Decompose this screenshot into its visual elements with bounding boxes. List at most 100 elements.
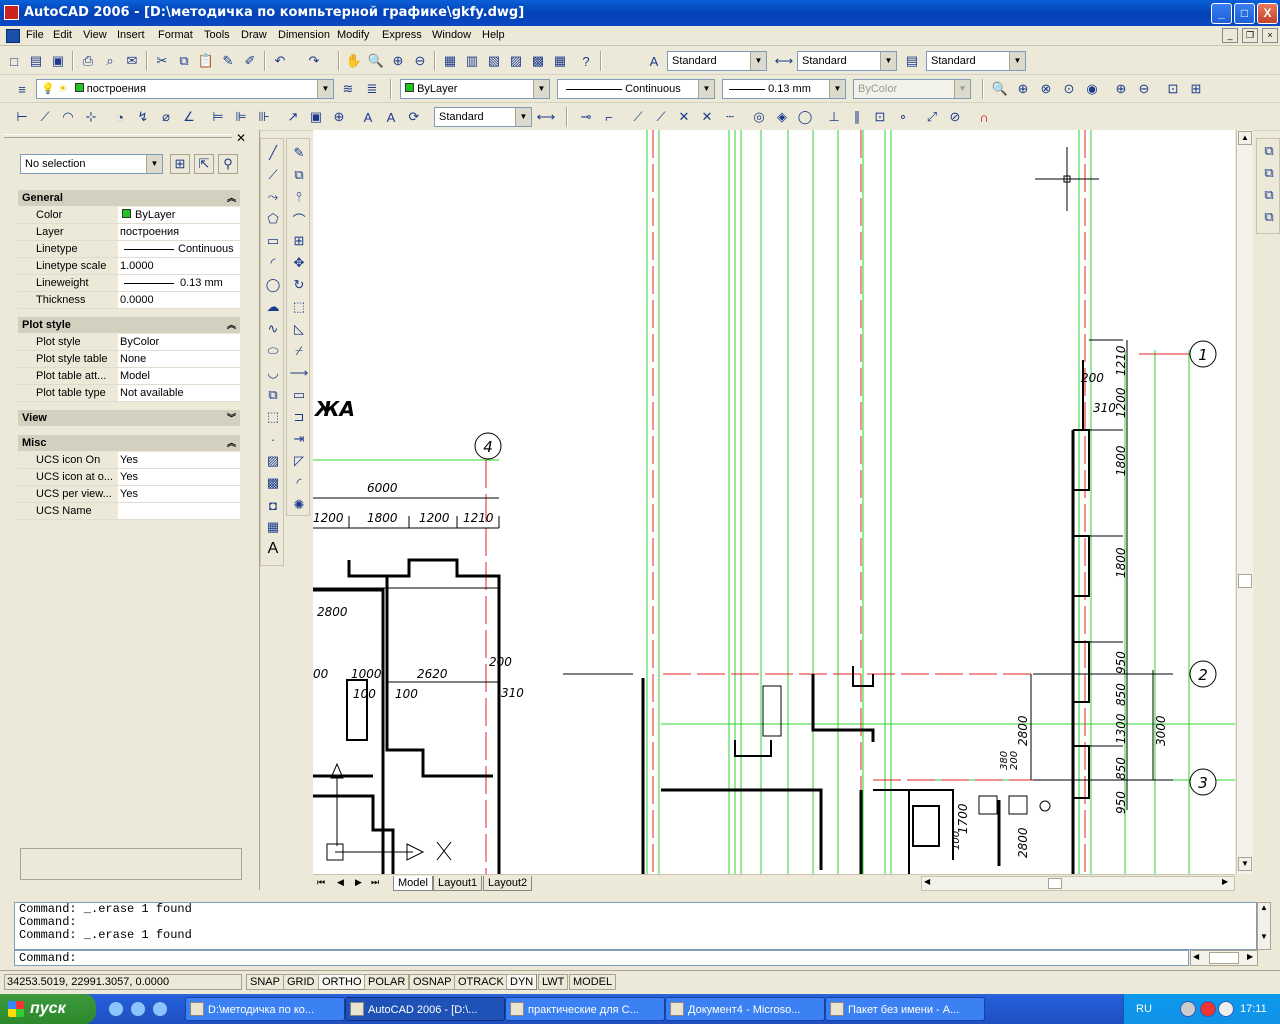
multiline-text-icon[interactable]: A (263, 539, 283, 559)
zoom-window-icon[interactable]: ⊕ (1013, 79, 1033, 99)
stretch-icon[interactable]: ◺ (289, 319, 309, 339)
menu-dimension[interactable]: Dimension (278, 29, 330, 41)
snap-parallel-icon[interactable]: ∥ (847, 107, 867, 127)
prop-value[interactable]: None (118, 351, 240, 367)
menu-view[interactable]: View (83, 29, 107, 41)
snap-center-icon[interactable]: ◎ (749, 107, 769, 127)
prop-row-color[interactable]: Color ByLayer (18, 207, 240, 224)
section-misc-header[interactable]: Misc ︽ (18, 435, 240, 451)
zoom-window-icon[interactable]: ⊕ (388, 51, 408, 71)
zoom-dynamic-icon[interactable]: ⊗ (1036, 79, 1056, 99)
prop-row-ucs-name[interactable]: UCS Name (18, 503, 240, 520)
offset-icon[interactable]: ⌒ (289, 209, 309, 229)
tab-next-icon[interactable]: ▶ (355, 877, 362, 888)
erase-icon[interactable]: ✎ (289, 143, 309, 163)
baseline-dim-icon[interactable]: ⊫ (231, 107, 251, 127)
scroll-down-icon[interactable]: ▼ (1238, 857, 1252, 871)
zoom-scale-icon[interactable]: ⊙ (1059, 79, 1079, 99)
chevron-down-icon[interactable]: ▼ (829, 80, 845, 98)
block-editor-icon[interactable]: ✐ (240, 51, 260, 71)
task-word-2[interactable]: Документ4 - Microso... (665, 997, 825, 1021)
prop-row-plot-style[interactable]: Plot style ByColor (18, 334, 240, 351)
redo-icon[interactable]: ↷ (304, 51, 324, 71)
ie-icon[interactable] (108, 1001, 124, 1017)
lineweight-combo[interactable]: 0.13 mm ▼ (722, 79, 846, 99)
scroll-up-icon[interactable]: ▲ (1238, 131, 1252, 145)
command-input[interactable]: Command: (14, 950, 1189, 966)
diameter-dim-icon[interactable]: ⌀ (156, 107, 176, 127)
start-button[interactable]: пуск (0, 994, 96, 1024)
dim-style-combo-2[interactable]: Standard ▼ (434, 107, 532, 127)
prop-row-plot-table-type[interactable]: Plot table type Not available (18, 385, 240, 402)
scroll-thumb[interactable] (1209, 952, 1239, 964)
array-icon[interactable]: ⊞ (289, 231, 309, 251)
text-style-combo[interactable]: Standard ▼ (667, 51, 767, 71)
palette-grip[interactable] (4, 134, 232, 138)
prop-value[interactable]: построения (118, 224, 240, 240)
chevron-down-icon[interactable]: ▼ (1009, 52, 1025, 70)
center-mark-icon[interactable]: ⊕ (329, 107, 349, 127)
snap-perpendicular-icon[interactable]: ⊥ (824, 107, 844, 127)
chamfer-icon[interactable]: ◸ (289, 451, 309, 471)
scroll-up-icon[interactable]: ▲ (1258, 903, 1270, 912)
circle-icon[interactable]: ◯ (263, 275, 283, 295)
quick-dim-icon[interactable]: ⊨ (208, 107, 228, 127)
tray-icon[interactable] (1218, 1001, 1234, 1017)
radius-dim-icon[interactable]: ◔ (110, 107, 130, 127)
leader-icon[interactable]: ↗ (283, 107, 303, 127)
osnap-settings-icon[interactable]: ∩ (974, 107, 994, 127)
prop-row-plot-table-attached[interactable]: Plot table att... Model (18, 368, 240, 385)
task-explorer[interactable]: D:\методичка по ко... (185, 997, 345, 1021)
chevron-down-icon[interactable]: ▼ (146, 155, 162, 173)
make-block-icon[interactable]: ⬚ (263, 407, 283, 427)
dim-update-icon[interactable]: ⟳ (404, 107, 424, 127)
menu-tools[interactable]: Tools (204, 29, 230, 41)
grid-toggle[interactable]: GRID (283, 974, 319, 990)
prop-value[interactable]: Not available (118, 385, 240, 401)
prop-row-linetype[interactable]: Linetype Continuous (18, 241, 240, 258)
tab-last-icon[interactable]: ⏭ (371, 877, 379, 888)
layer-manager-icon[interactable]: ≡ (12, 79, 32, 99)
move-icon[interactable]: ✥ (289, 253, 309, 273)
menu-insert[interactable]: Insert (117, 29, 145, 41)
tab-prev-icon[interactable]: ◀ (337, 877, 344, 888)
arc-length-icon[interactable]: ◠ (58, 107, 78, 127)
prop-value[interactable]: ByColor (118, 334, 240, 350)
prop-value[interactable]: Yes (118, 486, 240, 502)
match-properties-icon[interactable]: ✎ (218, 51, 238, 71)
tray-icon[interactable] (1180, 1001, 1196, 1017)
layer-combo[interactable]: 💡 ☀ построения ▼ (36, 79, 334, 99)
scale-icon[interactable]: ⬚ (289, 297, 309, 317)
snap-from-icon[interactable]: ⌐ (599, 107, 619, 127)
section-general-header[interactable]: General ︽ (18, 190, 240, 206)
viewport-icon[interactable]: ⧉ (1259, 141, 1279, 161)
prop-row-ucs-icon-origin[interactable]: UCS icon at o... Yes (18, 469, 240, 486)
scroll-down-icon[interactable]: ▼ (1258, 932, 1270, 941)
prop-row-lineweight[interactable]: Lineweight 0.13 mm (18, 275, 240, 292)
cut-icon[interactable]: ✂ (152, 51, 172, 71)
otrack-toggle[interactable]: OTRACK (454, 974, 508, 990)
linear-dim-icon[interactable]: ⊢ (12, 107, 32, 127)
chevron-down-icon[interactable]: ▼ (750, 52, 766, 70)
jogged-dim-icon[interactable]: ↯ (133, 107, 153, 127)
break-icon[interactable]: ⊐ (289, 407, 309, 427)
task-word-1[interactable]: практические для С... (505, 997, 665, 1021)
designcenter-icon[interactable]: ▥ (462, 51, 482, 71)
prop-value[interactable]: 1.0000 (118, 258, 240, 274)
zoom-realtime-icon[interactable]: 🔍 (990, 79, 1010, 99)
zoom-out-icon[interactable]: ⊖ (1134, 79, 1154, 99)
properties-icon[interactable]: ▦ (440, 51, 460, 71)
collapse-icon[interactable]: ︽ (227, 190, 236, 206)
explode-icon[interactable]: ✺ (289, 495, 309, 515)
linetype-combo[interactable]: Continuous ▼ (557, 79, 715, 99)
angular-dim-icon[interactable]: ∠ (179, 107, 199, 127)
snap-tangent-icon[interactable]: ◯ (795, 107, 815, 127)
plot-icon[interactable]: ⎙ (78, 51, 98, 71)
menu-format[interactable]: Format (158, 29, 193, 41)
pan-icon[interactable]: ✋ (344, 51, 364, 71)
snap-extension-icon[interactable]: ┄ (720, 107, 740, 127)
media-player-icon[interactable] (130, 1001, 146, 1017)
ellipse-icon[interactable]: ⬭ (263, 341, 283, 361)
select-objects-icon[interactable]: ⇱ (194, 154, 214, 174)
close-icon[interactable]: ✕ (236, 132, 248, 144)
